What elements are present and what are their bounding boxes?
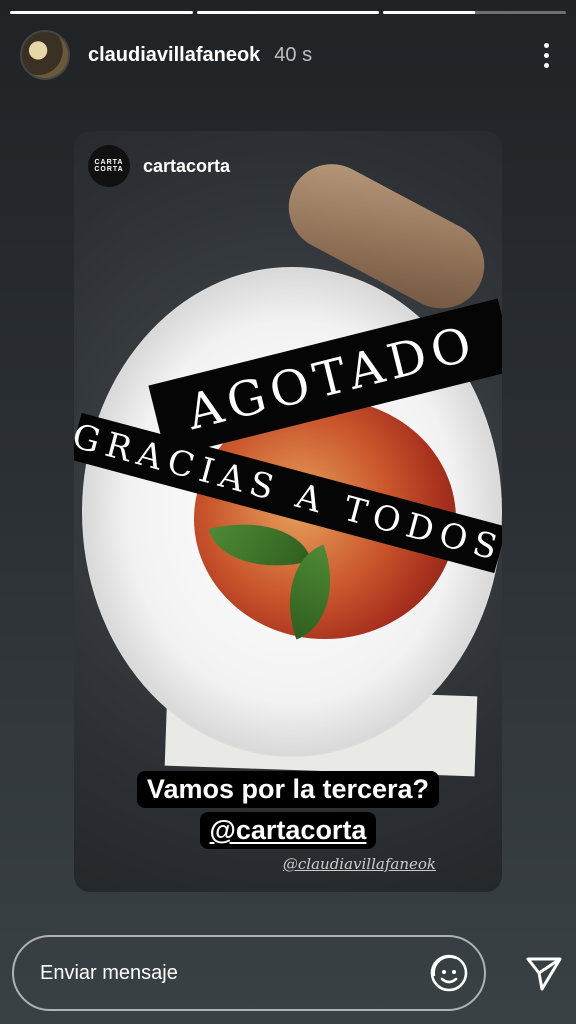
post-avatar[interactable]: CARTA CORTA xyxy=(88,145,130,187)
shared-post[interactable]: CARTA CORTA cartacorta AGOTADO GRACIAS A… xyxy=(74,131,502,892)
story-username[interactable]: claudiavillafaneok xyxy=(88,44,260,67)
caption: Vamos por la tercera? @cartacorta xyxy=(74,771,502,849)
reply-bar: Enviar mensaje xyxy=(12,934,564,1012)
progress-segment xyxy=(196,11,380,14)
post-username[interactable]: cartacorta xyxy=(143,156,230,177)
caption-line: Vamos por la tercera? xyxy=(136,771,440,808)
message-input[interactable]: Enviar mensaje xyxy=(12,935,486,1011)
mention-link[interactable]: @cartacorta xyxy=(199,812,377,849)
progress-segment xyxy=(383,11,567,14)
progress-segment xyxy=(10,11,193,14)
message-placeholder: Enviar mensaje xyxy=(40,961,178,984)
story-header: claudiavillafaneok 40 s xyxy=(20,30,556,80)
more-vertical-icon[interactable] xyxy=(536,42,556,68)
send-icon[interactable] xyxy=(524,953,564,993)
sticker-icon[interactable] xyxy=(428,952,470,994)
avatar[interactable] xyxy=(20,30,70,80)
story-progress xyxy=(10,11,567,14)
story-time: 40 s xyxy=(274,43,313,66)
post-header[interactable]: CARTA CORTA cartacorta xyxy=(88,145,230,187)
watermark: @claudiavillafaneok xyxy=(282,855,436,873)
